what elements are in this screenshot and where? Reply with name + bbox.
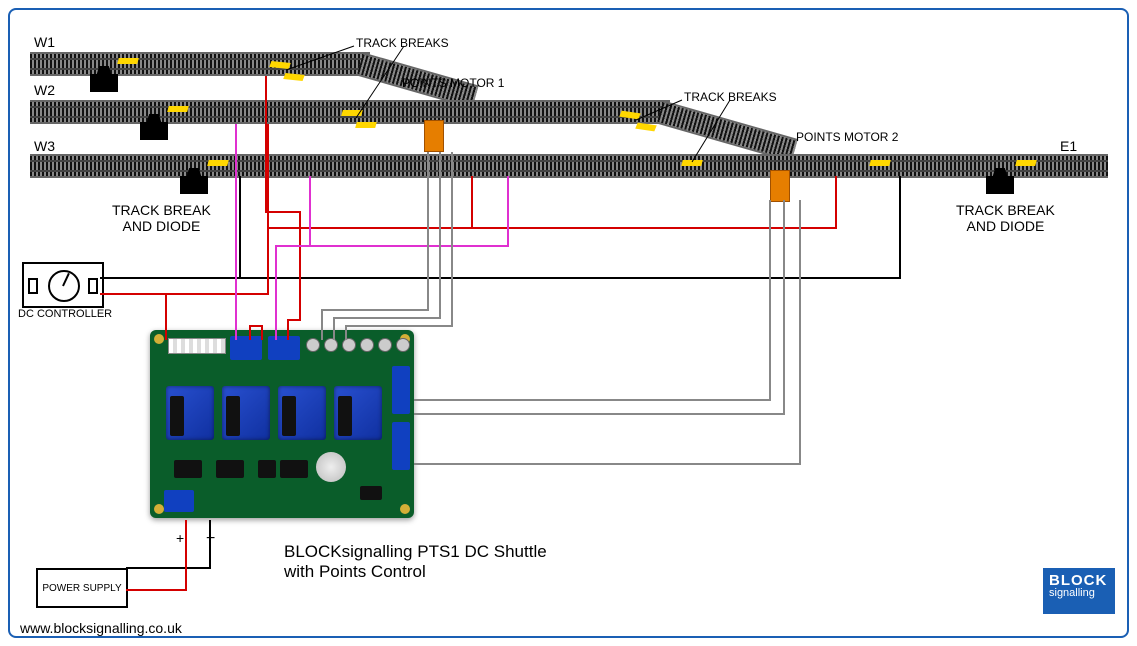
points-motor-2 [770, 170, 790, 202]
terminal-block [230, 336, 262, 360]
tbd-left-l1: TRACK BREAK [112, 202, 211, 218]
tbd-right-l2: AND DIODE [967, 218, 1045, 234]
pcb-hole [154, 334, 164, 344]
power-supply: POWER SUPPLY [36, 568, 128, 608]
dc-term-left [28, 278, 38, 294]
track-w1 [30, 52, 370, 76]
break-e-inner [869, 160, 891, 166]
terminal-block-right-1 [392, 366, 410, 414]
relay-4 [334, 386, 382, 440]
break-w2 [167, 106, 189, 112]
relay-2 [222, 386, 270, 440]
label-w3: W3 [34, 138, 55, 154]
label-minus: − [206, 530, 215, 548]
label-e1: E1 [1060, 138, 1077, 154]
relay-1 [166, 386, 214, 440]
break-w1 [117, 58, 139, 64]
tbd-right-l1: TRACK BREAK [956, 202, 1055, 218]
label-track-break-diode-right: TRACK BREAK AND DIODE [956, 202, 1055, 234]
ic-chip [280, 460, 308, 478]
coin-cell-icon [316, 452, 346, 482]
label-dc-controller: DC CONTROLLER [18, 308, 112, 320]
label-points-motor-1: POINTS MOTOR 1 [402, 76, 504, 90]
terminal-block-power [164, 490, 194, 512]
product-title: BLOCKsignalling PTS1 DC Shuttle with Poi… [284, 542, 547, 582]
brand-logo: BLOCK signalling [1043, 568, 1115, 614]
relay-3 [278, 386, 326, 440]
break-e1 [1015, 160, 1037, 166]
break-merge-2b [355, 122, 377, 128]
break-mid [681, 160, 703, 166]
break-w3 [207, 160, 229, 166]
dc-dial [48, 270, 80, 302]
product-title-l2: with Points Control [284, 562, 547, 582]
dc-term-right [88, 278, 98, 294]
pcb-board [150, 330, 414, 518]
label-w2: W2 [34, 82, 55, 98]
ic-chip [360, 486, 382, 500]
label-track-breaks-2: TRACK BREAKS [684, 90, 777, 104]
product-title-l1: BLOCKsignalling PTS1 DC Shuttle [284, 542, 547, 562]
diagram-frame: W1 W2 W3 E1 TRACK BREAKS POINTS MOTOR 1 … [0, 0, 1137, 646]
power-supply-text: POWER SUPPLY [42, 583, 121, 594]
pcb-hole [154, 504, 164, 514]
label-points-motor-2: POINTS MOTOR 2 [796, 130, 898, 144]
buffer-w3 [180, 176, 208, 194]
buffer-e1 [986, 176, 1014, 194]
website-url: www.blocksignalling.co.uk [20, 620, 182, 636]
ic-chip [216, 460, 244, 478]
label-plus: + [176, 530, 184, 546]
label-w1: W1 [34, 34, 55, 50]
label-track-break-diode-left: TRACK BREAK AND DIODE [112, 202, 211, 234]
break-merge-2a [341, 110, 363, 116]
terminal-block [268, 336, 300, 360]
buffer-w1 [90, 74, 118, 92]
screw-terminals-top [306, 338, 410, 352]
points-motor-1 [424, 120, 444, 152]
label-track-breaks-1: TRACK BREAKS [356, 36, 449, 50]
ic-chip [174, 460, 202, 478]
dc-controller [22, 262, 104, 308]
buffer-w2 [140, 122, 168, 140]
terminal-block-right-2 [392, 422, 410, 470]
ic-chip [258, 460, 276, 478]
pcb-hole [400, 504, 410, 514]
header-strip [168, 338, 226, 354]
tbd-left-l2: AND DIODE [123, 218, 201, 234]
